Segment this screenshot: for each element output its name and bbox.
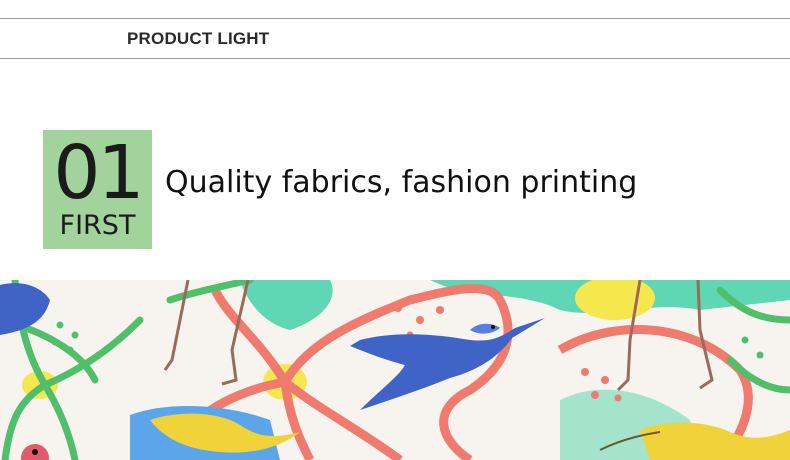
- feature-number: 01: [53, 130, 144, 216]
- feature-badge: 01 FIRST: [43, 130, 152, 249]
- bottom-divider: [0, 58, 790, 59]
- section-title: PRODUCT LIGHT: [127, 29, 270, 48]
- fabric-print-image: [0, 280, 790, 460]
- top-divider: [0, 18, 790, 19]
- feature-headline: Quality fabrics, fashion printing: [165, 165, 638, 200]
- hummingbird-icon: [350, 318, 545, 410]
- feature-label: FIRST: [59, 210, 136, 241]
